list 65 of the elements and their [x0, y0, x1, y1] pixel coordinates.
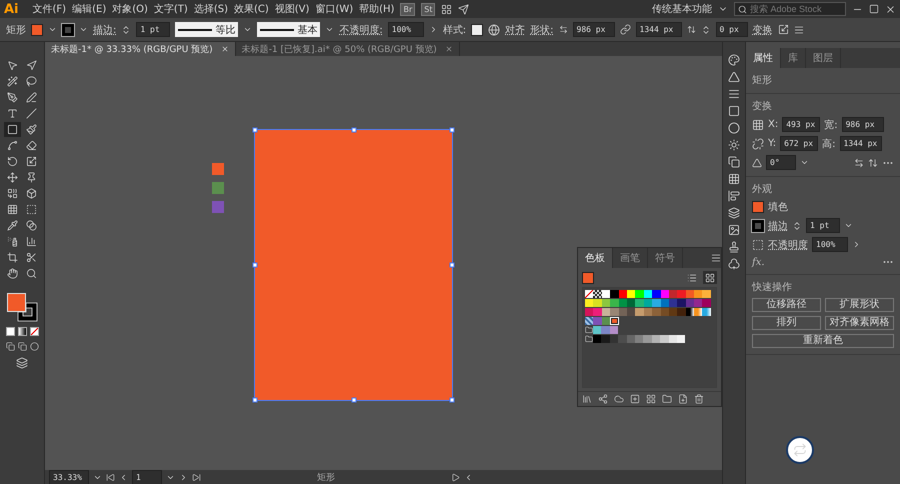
transform-link[interactable]: 变换	[752, 22, 772, 36]
x-field[interactable]: 493 px	[782, 117, 820, 132]
document-tab[interactable]: 未标题-1* @ 33.33% (RGB/GPU 预览)	[45, 42, 236, 56]
align-link[interactable]: 对齐	[505, 22, 526, 36]
width-field[interactable]: 986 px	[842, 117, 884, 132]
arrange-button[interactable]: 排列	[752, 316, 821, 330]
object-type-label: 矩形	[6, 24, 26, 36]
recolor-button[interactable]: 重新着色	[752, 334, 894, 348]
menu-item[interactable]: 效果(C)	[234, 2, 269, 16]
panel-tab[interactable]: 画笔	[613, 248, 648, 268]
document-tab-title: 未标题-1* @ 33.33% (RGB/GPU 预览)	[51, 44, 213, 56]
menu-item[interactable]: 对象(O)	[112, 2, 148, 16]
panel-tab[interactable]: 色板	[578, 248, 613, 268]
corner-radius-field[interactable]: 0 px	[716, 22, 748, 37]
object-type-label: 矩形	[752, 74, 773, 87]
workspace-switcher[interactable]: 传统基本功能	[652, 2, 712, 16]
style-label: 样式:	[442, 24, 466, 36]
width-label: 宽:	[824, 118, 838, 132]
page-field[interactable]: 1	[132, 470, 162, 484]
brush-dropdown[interactable]: 基本	[257, 22, 320, 37]
x-label: X:	[768, 119, 778, 130]
status-text: 矩形	[316, 472, 336, 484]
section-title: 变换	[752, 100, 773, 113]
shape-label: 形状:	[530, 24, 554, 36]
app-logo: Ai	[4, 2, 19, 16]
menu-item[interactable]: 窗口(W)	[315, 2, 354, 16]
search-field[interactable]: 搜索 Adobe Stock	[734, 2, 846, 16]
effects-button[interactable]: fx.	[752, 256, 765, 268]
fill-label: 填色	[768, 200, 788, 214]
panel-tab[interactable]: 图层	[806, 48, 841, 68]
zoom-field[interactable]: 33.33%	[49, 470, 89, 484]
stroke-weight-field[interactable]: 1 pt	[806, 218, 840, 233]
opacity-link[interactable]: 不透明度	[768, 238, 808, 252]
opacity-field[interactable]: 100%	[812, 237, 848, 252]
stock-button[interactable]: St	[421, 2, 436, 16]
y-field[interactable]: 672 px	[780, 136, 818, 151]
menu-item[interactable]: 视图(V)	[274, 2, 310, 16]
height-field[interactable]: 1344 px	[636, 22, 682, 37]
opacity-field[interactable]: 100%	[388, 22, 424, 37]
height-field[interactable]: 1344 px	[840, 136, 882, 151]
document-tab-title: 未标题-1 [已恢复].ai* @ 50% (RGB/GPU 预览)	[242, 44, 437, 56]
stroke-label: 描边:	[93, 24, 116, 36]
menu-item[interactable]: 选择(S)	[194, 2, 228, 16]
panel-tab[interactable]: 符号	[648, 248, 683, 268]
menu-item[interactable]: 帮助(H)	[359, 2, 394, 16]
angle-field[interactable]: 0°	[766, 155, 796, 170]
section-title: 快速操作	[752, 280, 793, 294]
menu-item[interactable]: 编辑(E)	[72, 2, 106, 16]
bridge-button[interactable]: Br	[400, 2, 416, 16]
align-pixel-grid-button[interactable]: 对齐像素网格	[825, 316, 894, 330]
height-label: 高:	[822, 138, 836, 150]
panel-tab[interactable]: 库	[781, 48, 806, 68]
y-label: Y:	[768, 138, 776, 149]
menu-item[interactable]: 文字(T)	[154, 2, 188, 16]
menu-item[interactable]: 文件(F)	[32, 2, 66, 16]
stroke-weight-field[interactable]: 1 pt	[136, 22, 170, 37]
profile-dropdown[interactable]: 等比	[175, 22, 238, 37]
opacity-label: 不透明度:	[339, 24, 383, 36]
offset-path-button[interactable]: 位移路径	[752, 298, 821, 312]
stroke-link[interactable]: 描边	[768, 218, 788, 232]
width-field[interactable]: 986 px	[572, 22, 614, 37]
document-tab[interactable]: 未标题-1 [已恢复].ai* @ 50% (RGB/GPU 预览)	[236, 42, 460, 56]
section-title: 外观	[752, 183, 773, 196]
panel-tab[interactable]: 属性	[746, 48, 781, 68]
expand-shape-button[interactable]: 扩展形状	[825, 298, 894, 312]
